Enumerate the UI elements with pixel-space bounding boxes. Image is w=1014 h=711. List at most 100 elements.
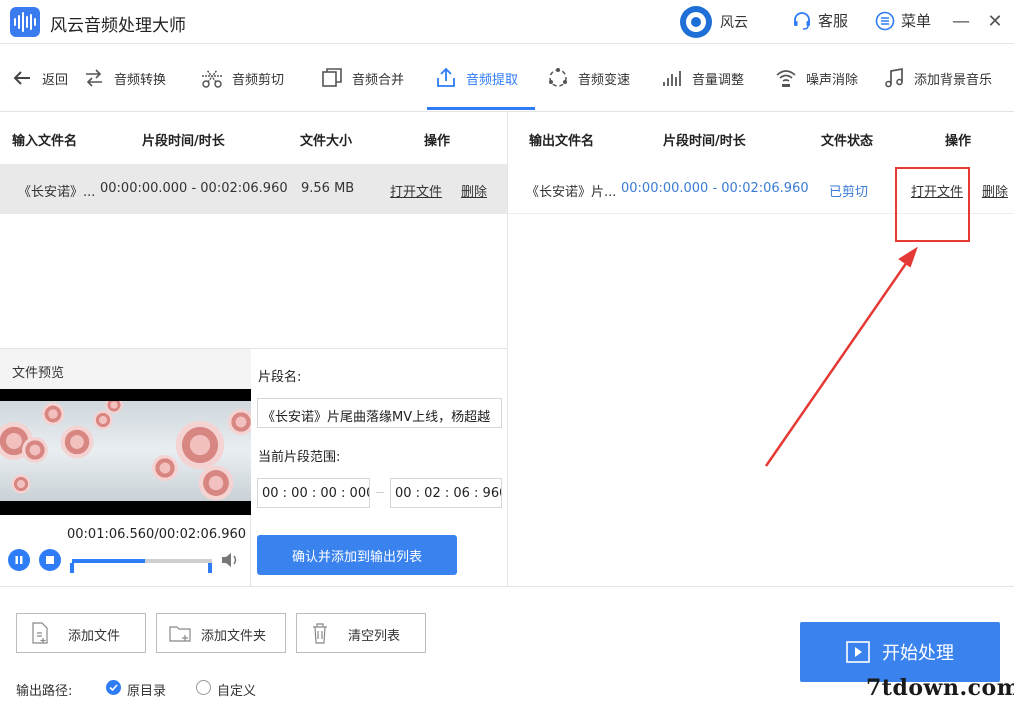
column-header: 操作 <box>424 134 451 149</box>
tool-label: 音频提取 <box>466 72 519 88</box>
back-label: 返回 <box>42 72 69 88</box>
tool-audio-cut[interactable]: 音频剪切 <box>200 62 284 94</box>
input-file-table: 输入文件名 片段时间/时长 文件大小 操作 《长安诺》... 00:00:00.… <box>0 112 508 348</box>
file-preview: 文件预览 00:01:06.560/00:02:06.960 <box>0 349 251 587</box>
playback-progress-bar[interactable] <box>72 559 212 563</box>
tool-audio-extract[interactable]: 音频提取 <box>434 62 518 94</box>
tool-volume-adjust[interactable]: 音量调整 <box>660 62 744 94</box>
stop-icon <box>46 556 54 564</box>
checkmark-icon <box>109 684 118 692</box>
tool-label: 音量调整 <box>692 72 745 88</box>
progress-fill <box>72 559 145 563</box>
preview-header: 文件预览 <box>0 349 251 389</box>
delete-link[interactable]: 删除 <box>982 181 1008 200</box>
output-table-header: 输出文件名 片段时间/时长 文件状态 操作 <box>508 112 1014 164</box>
delete-link[interactable]: 删除 <box>461 181 487 200</box>
user-account[interactable]: 风云 <box>680 6 748 38</box>
tool-label: 音频变速 <box>578 72 631 88</box>
start-processing-button[interactable]: 开始处理 <box>800 622 1000 682</box>
segment-name-label: 片段名: <box>258 370 302 385</box>
segment-name-input[interactable]: 《长安诺》片尾曲落缘MV上线，杨超越 <box>257 398 502 428</box>
speed-icon <box>549 68 567 87</box>
customer-service-button[interactable]: 客服 <box>792 10 848 31</box>
convert-icon <box>86 69 102 87</box>
title-bar: 风云音频处理大师 风云 客服 菜单 — ✕ <box>0 0 1014 44</box>
app-title: 风云音频处理大师 <box>50 16 186 36</box>
radio-custom-directory[interactable] <box>196 680 211 695</box>
range-end-handle[interactable] <box>208 563 212 573</box>
tool-audio-speed[interactable]: 音频变速 <box>546 62 630 94</box>
user-name: 风云 <box>720 15 748 31</box>
tool-add-background-music[interactable]: 添加背景音乐 <box>882 62 992 94</box>
tool-label: 音频转换 <box>114 72 167 88</box>
segment-time: 00:00:00.000 - 00:02:06.960 <box>100 181 288 196</box>
bottom-bar: 添加文件 添加文件夹 清空列表 输出路径: 原目录 自定义 开始处理 <box>0 586 1014 711</box>
video-frame <box>0 401 251 501</box>
add-folder-button[interactable]: 添加文件夹 <box>156 613 286 653</box>
input-table-header: 输入文件名 片段时间/时长 文件大小 操作 <box>0 112 508 164</box>
noise-icon <box>776 70 796 87</box>
annotation-highlight-box <box>895 167 970 242</box>
file-name: 《长安诺》片... <box>526 185 617 200</box>
merge-icon <box>322 68 342 87</box>
table-row[interactable]: 《长安诺》... 00:00:00.000 - 00:02:06.960 9.5… <box>0 164 507 214</box>
minimize-button[interactable]: — <box>950 8 972 34</box>
play-square-icon <box>846 641 870 663</box>
volume-icon[interactable] <box>220 551 240 569</box>
option-custom-label: 自定义 <box>217 684 257 699</box>
close-window-button[interactable]: ✕ <box>984 8 1006 34</box>
tool-noise-removal[interactable]: 噪声消除 <box>774 62 858 94</box>
menu-list-icon <box>875 11 895 30</box>
preview-title: 文件预览 <box>12 366 65 381</box>
stop-button[interactable] <box>39 549 61 571</box>
tool-label: 音频剪切 <box>232 72 285 88</box>
clear-list-label: 清空列表 <box>348 629 401 644</box>
back-button[interactable]: 返回 <box>10 62 68 94</box>
confirm-add-to-output-button[interactable]: 确认并添加到输出列表 <box>257 535 457 575</box>
radio-original-directory[interactable] <box>106 680 121 695</box>
segment-range-label: 当前片段范围: <box>258 450 341 465</box>
scissors-icon <box>202 69 222 88</box>
add-folder-icon <box>169 626 191 642</box>
pause-icon <box>15 556 23 564</box>
playback-time: 00:01:06.560/00:02:06.960 <box>67 527 247 542</box>
add-file-icon <box>32 622 48 644</box>
trash-icon <box>313 623 327 644</box>
range-start-handle[interactable] <box>70 563 74 573</box>
tool-label: 噪声消除 <box>806 72 859 88</box>
output-path-label: 输出路径: <box>16 684 73 699</box>
open-file-link[interactable]: 打开文件 <box>390 181 442 200</box>
tool-audio-merge[interactable]: 音频合并 <box>320 62 404 94</box>
segment-time: 00:00:00.000 - 00:02:06.960 <box>621 181 809 196</box>
active-tab-indicator <box>427 107 535 110</box>
column-header: 片段时间/时长 <box>663 134 746 149</box>
option-original-label: 原目录 <box>127 684 167 699</box>
menu-label: 菜单 <box>901 12 932 30</box>
video-player[interactable] <box>0 389 251 515</box>
segment-start-time-input[interactable]: 00 : 00 : 00 : 000 <box>257 478 370 508</box>
site-watermark: 7tdown.com <box>866 675 1014 701</box>
file-status: 已剪切 <box>829 185 869 200</box>
tool-audio-convert[interactable]: 音频转换 <box>82 62 166 94</box>
start-processing-label: 开始处理 <box>882 643 954 664</box>
file-name: 《长安诺》... <box>18 185 96 200</box>
segment-end-time-input[interactable]: 00 : 02 : 06 : 960 <box>390 478 502 508</box>
column-header: 片段时间/时长 <box>142 134 225 149</box>
feature-toolbar: 返回 音频转换 音频剪切 音频合并 音频提取 音频变速 音量调整 噪声消除 添加… <box>0 44 1014 112</box>
segment-settings: 片段名: 《长安诺》片尾曲落缘MV上线，杨超越 当前片段范围: 00 : 00 … <box>252 349 508 587</box>
menu-button[interactable]: 菜单 <box>875 10 931 31</box>
file-size: 9.56 MB <box>301 181 355 196</box>
add-file-label: 添加文件 <box>68 629 121 644</box>
preview-panel: 文件预览 00:01:06.560/00:02:06.960 片段名: 《长安诺… <box>0 348 508 587</box>
add-folder-label: 添加文件夹 <box>201 629 267 644</box>
column-header: 文件状态 <box>821 134 874 149</box>
clear-list-button[interactable]: 清空列表 <box>296 613 426 653</box>
customer-service-label: 客服 <box>818 12 849 30</box>
add-file-button[interactable]: 添加文件 <box>16 613 146 653</box>
arrow-left-icon <box>13 71 30 85</box>
music-note-icon <box>885 67 903 88</box>
column-header: 操作 <box>945 134 972 149</box>
user-avatar-icon <box>680 6 712 38</box>
headset-icon <box>794 11 810 30</box>
pause-button[interactable] <box>8 549 30 571</box>
